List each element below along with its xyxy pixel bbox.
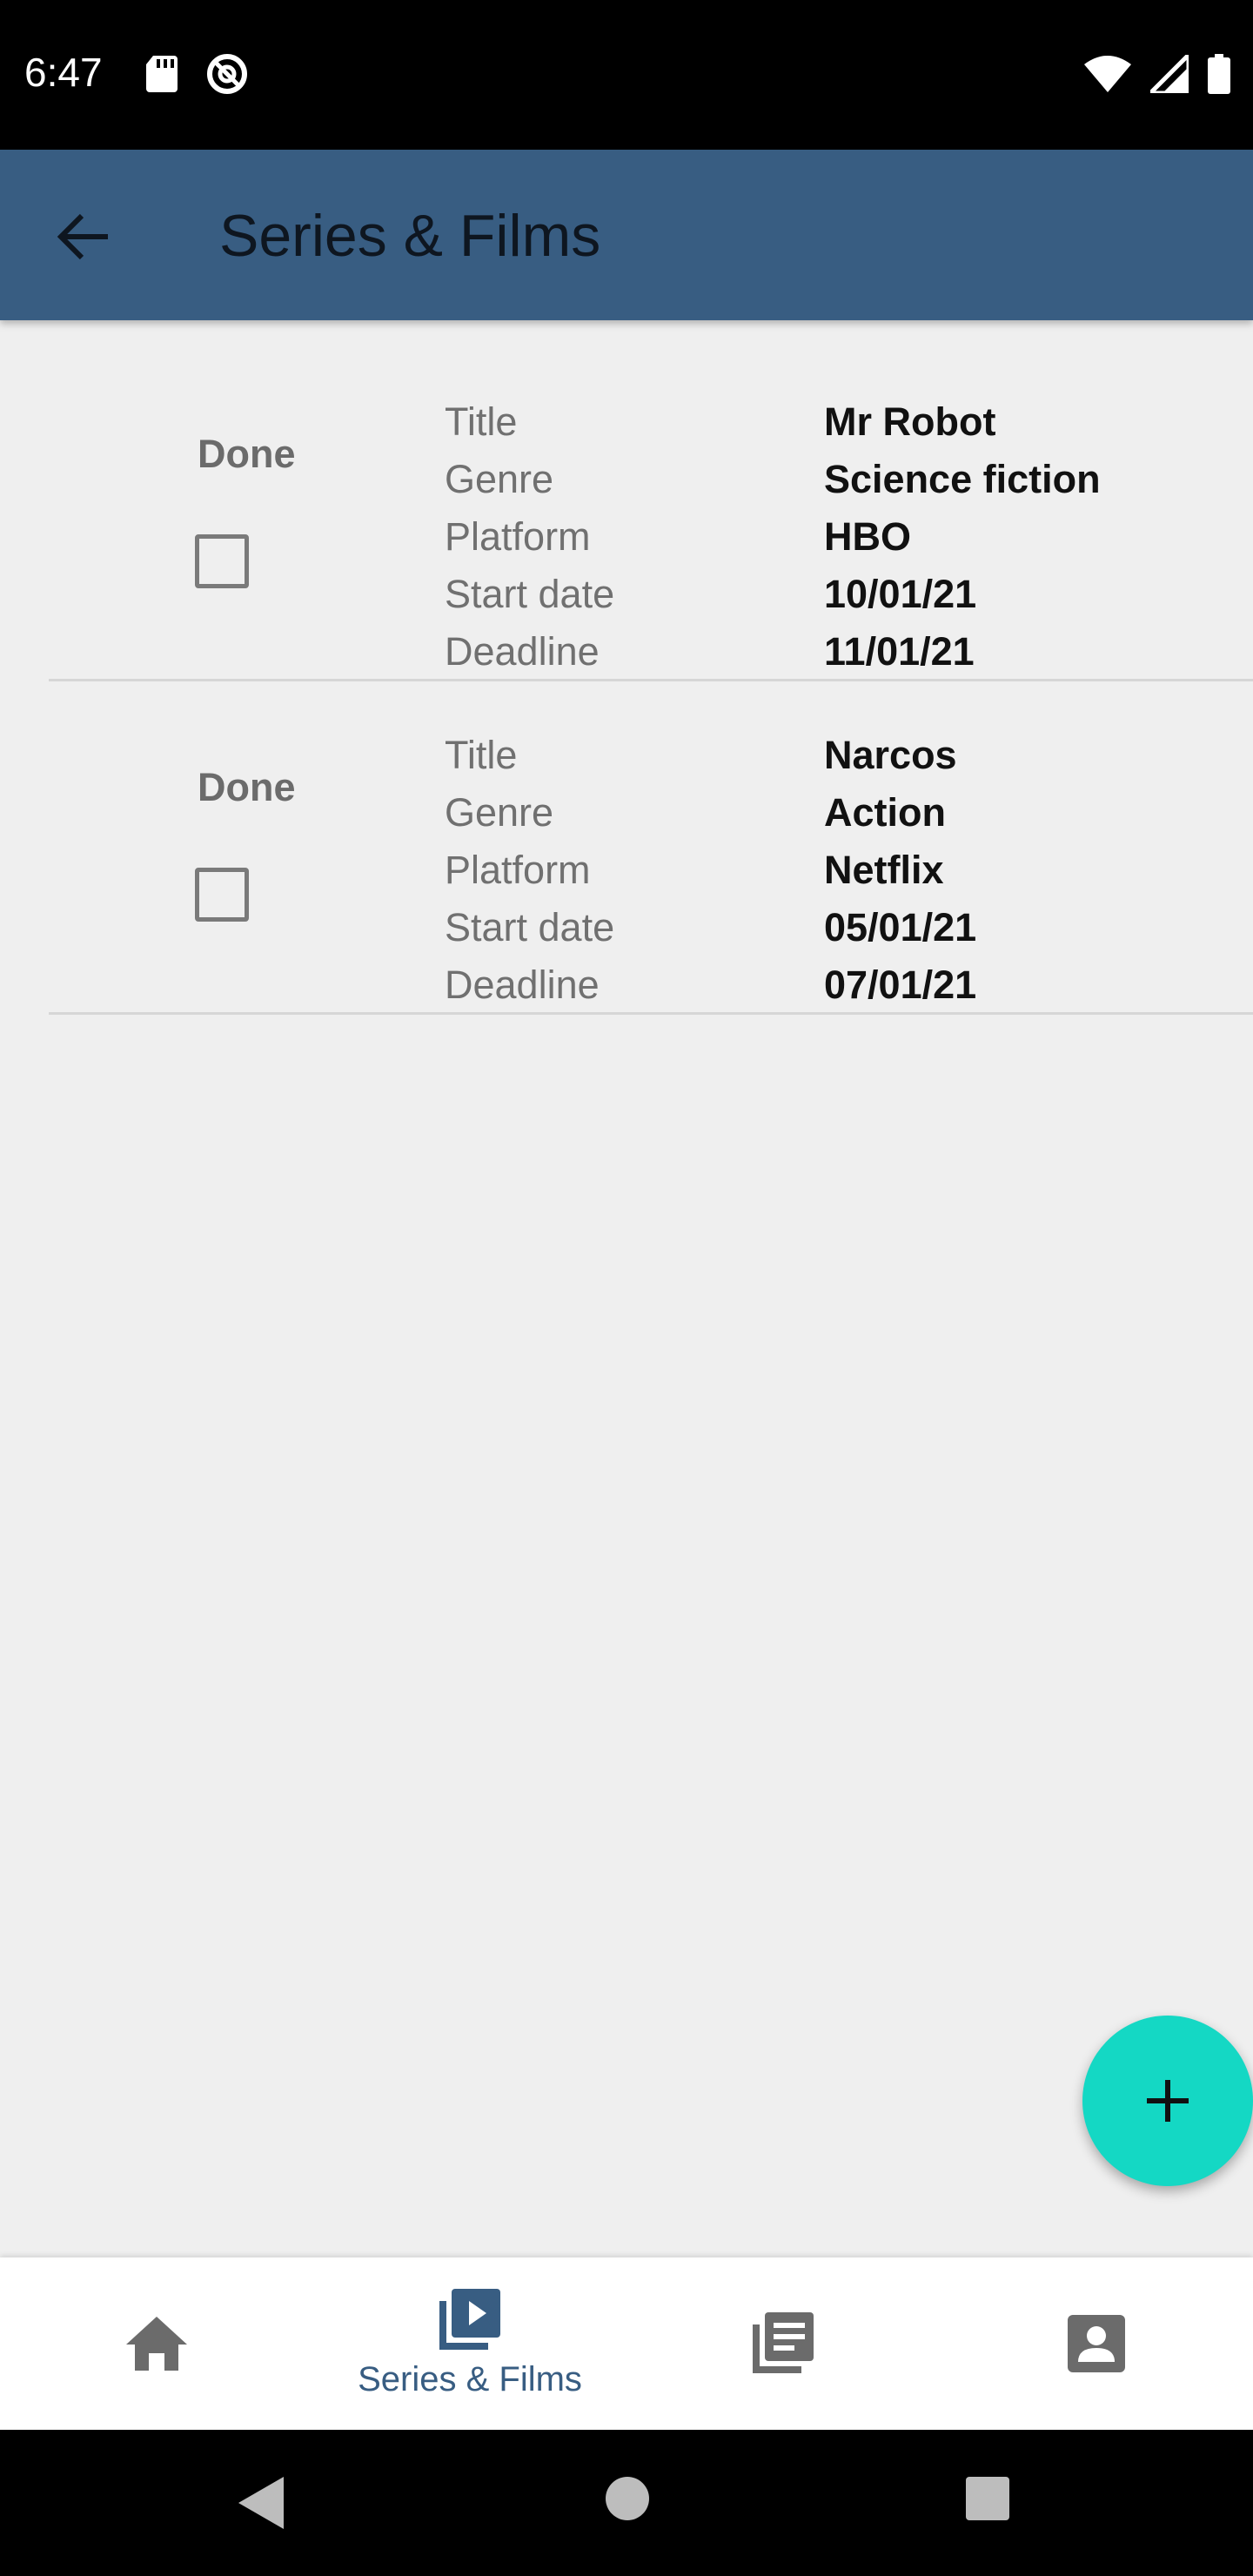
video-library-icon — [439, 2288, 500, 2350]
done-checkbox[interactable] — [195, 868, 249, 922]
account-box-icon — [1068, 2315, 1125, 2372]
field-value-genre: Science fiction — [824, 457, 1101, 501]
field-label-title: Title — [445, 399, 518, 444]
list-item[interactable]: Done Title Mr Robot Genre Science fiction … — [49, 348, 1253, 681]
list-item[interactable]: Done Title Narcos Genre Action Platform Net… — [49, 681, 1253, 1015]
item-fields: Title Mr Robot Genre Science fiction Platf… — [445, 393, 1101, 681]
plus-icon — [1147, 2080, 1189, 2122]
field-value-platform: HBO — [824, 514, 911, 559]
field-value-start-date: 10/01/21 — [824, 572, 977, 616]
add-fab-button[interactable] — [1082, 2016, 1253, 2186]
nav-label-series-films: Series & Films — [358, 2359, 582, 2398]
back-button[interactable] — [49, 202, 118, 272]
field-value-deadline: 07/01/21 — [824, 963, 977, 1007]
home-icon — [126, 2317, 187, 2371]
field-label-deadline: Deadline — [445, 963, 600, 1007]
status-bar: 6:47 — [0, 0, 1253, 150]
field-label-genre: Genre — [445, 457, 554, 501]
item-fields: Title Narcos Genre Action Platform Netflix … — [445, 727, 976, 1014]
field-value-title: Narcos — [824, 733, 957, 777]
field-label-platform: Platform — [445, 514, 591, 559]
field-label-deadline: Deadline — [445, 629, 600, 674]
wifi-icon — [1084, 56, 1131, 92]
field-label-start-date: Start date — [445, 905, 615, 949]
bottom-navigation: Series & Films — [0, 2257, 1253, 2430]
system-back-icon[interactable] — [237, 2475, 285, 2531]
system-home-icon[interactable] — [604, 2475, 651, 2522]
nav-item-home[interactable] — [0, 2257, 313, 2430]
field-value-start-date: 05/01/21 — [824, 905, 977, 949]
done-checkbox[interactable] — [195, 534, 249, 588]
series-list: Done Title Mr Robot Genre Science fiction … — [0, 348, 1253, 1015]
nav-item-profile[interactable] — [940, 2257, 1253, 2430]
field-value-genre: Action — [824, 790, 946, 835]
field-label-platform: Platform — [445, 848, 591, 892]
done-label: Done — [198, 432, 296, 476]
page-title: Series & Films — [219, 203, 601, 269]
nav-item-series-films[interactable]: Series & Films — [313, 2257, 626, 2430]
notes-icon — [753, 2312, 814, 2373]
done-label: Done — [198, 765, 296, 809]
field-value-title: Mr Robot — [824, 399, 996, 444]
nav-item-notes[interactable] — [626, 2257, 940, 2430]
battery-icon — [1208, 54, 1230, 94]
field-value-platform: Netflix — [824, 848, 944, 892]
field-label-genre: Genre — [445, 790, 554, 835]
field-label-start-date: Start date — [445, 572, 615, 616]
do-not-disturb-icon — [207, 54, 247, 94]
field-label-title: Title — [445, 733, 518, 777]
system-recents-icon[interactable] — [964, 2475, 1011, 2522]
app-bar: Series & Films — [0, 150, 1253, 320]
signal-icon — [1150, 55, 1189, 93]
sd-card-icon — [146, 56, 178, 92]
system-navigation-bar — [0, 2430, 1253, 2576]
arrow-back-icon — [57, 213, 108, 260]
status-time: 6:47 — [24, 50, 103, 95]
field-value-deadline: 11/01/21 — [824, 629, 975, 674]
